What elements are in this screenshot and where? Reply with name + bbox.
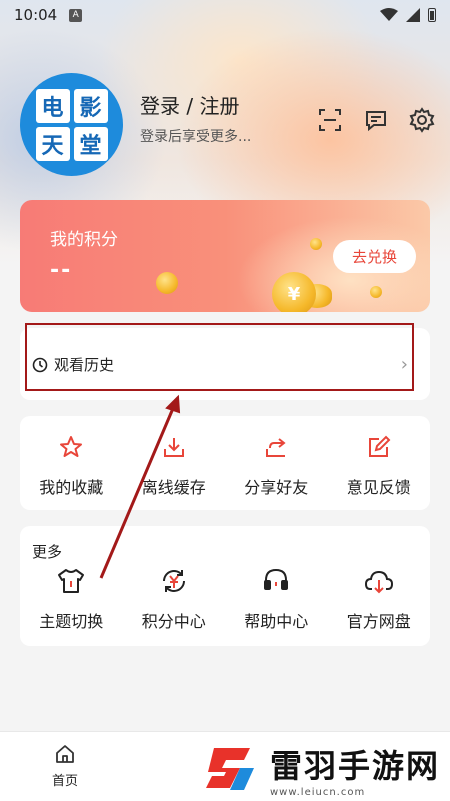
watermark-title: 雷羽手游网 [270, 746, 441, 785]
coin-icon: ¥ [272, 272, 316, 312]
more-grid: 主题切换 积分中心 帮助中心 官方网盘 [20, 568, 430, 632]
official-cloud-button[interactable]: 官方网盘 [328, 568, 431, 632]
points-card[interactable]: 我的积分 -- ¥ 去兑换 [20, 200, 430, 312]
help-center-label: 帮助中心 [244, 612, 309, 631]
watch-history-row[interactable]: 观看历史 › [20, 323, 430, 400]
avatar-char: 影 [73, 88, 108, 123]
scan-icon[interactable] [316, 106, 344, 134]
notification-icon: A [69, 8, 83, 22]
shirt-icon [57, 568, 85, 594]
offline-cache-button[interactable]: 离线缓存 [123, 416, 226, 510]
history-label: 观看历史 [54, 356, 115, 374]
feedback-label: 意见反馈 [346, 478, 411, 497]
offline-cache-label: 离线缓存 [141, 478, 206, 497]
star-icon [59, 434, 83, 460]
status-time: 10:04 [14, 6, 58, 24]
history-row-content: 观看历史 [32, 354, 114, 375]
theme-switch-button[interactable]: 主题切换 [20, 568, 123, 632]
more-title: 更多 [32, 543, 63, 561]
share-friends-button[interactable]: 分享好友 [225, 416, 328, 510]
favorites-button[interactable]: 我的收藏 [20, 416, 123, 510]
points-title: 我的积分 [50, 230, 118, 250]
bottom-nav: 首页 雷羽手游网 www.leiucn.com [0, 731, 450, 801]
watermark-text: 雷羽手游网 www.leiucn.com [270, 741, 440, 798]
coin-decoration [310, 238, 322, 250]
wifi-icon [380, 8, 398, 21]
status-bar: 10:04 A [0, 0, 450, 30]
watermark-logo [206, 748, 254, 790]
battery-icon [428, 8, 436, 22]
settings-icon[interactable] [408, 106, 436, 134]
watermark: 雷羽手游网 www.leiucn.com [200, 738, 440, 800]
chevron-right-icon: › [400, 354, 408, 375]
watermark-url: www.leiucn.com [270, 786, 366, 798]
coin-decoration [156, 272, 178, 294]
avatar-char: 堂 [73, 126, 108, 161]
login-register-link[interactable]: 登录 / 注册 [140, 90, 239, 119]
top-icon-bar [316, 106, 436, 134]
points-icon [160, 568, 188, 594]
avatar[interactable]: 电 影 天 堂 [20, 73, 123, 176]
points-value: -- [50, 258, 73, 283]
cloud-icon [364, 568, 394, 594]
official-cloud-label: 官方网盘 [346, 612, 411, 631]
share-friends-label: 分享好友 [244, 478, 309, 497]
message-icon[interactable] [362, 106, 390, 134]
favorites-label: 我的收藏 [39, 478, 104, 497]
points-center-label: 积分中心 [141, 612, 206, 631]
share-icon [264, 434, 288, 460]
feedback-button[interactable]: 意见反馈 [328, 416, 431, 510]
avatar-char: 天 [35, 126, 70, 161]
help-center-button[interactable]: 帮助中心 [225, 568, 328, 632]
nav-home-label: 首页 [52, 774, 79, 789]
status-icons [380, 8, 436, 22]
feedback-icon [367, 434, 391, 460]
login-subtitle: 登录后享受更多... [140, 129, 252, 145]
download-icon [162, 434, 186, 460]
headset-icon [262, 568, 290, 594]
exchange-button[interactable]: 去兑换 [333, 240, 416, 273]
theme-switch-label: 主题切换 [39, 612, 104, 631]
more-card: 更多 主题切换 积分中心 帮助中心 官方网盘 [20, 526, 430, 646]
coin-decoration [370, 286, 382, 298]
points-center-button[interactable]: 积分中心 [123, 568, 226, 632]
avatar-char: 电 [35, 88, 70, 123]
avatar-logo: 电 影 天 堂 [35, 88, 108, 161]
quick-actions-card: 我的收藏 离线缓存 分享好友 意见反馈 [20, 416, 430, 510]
nav-home[interactable]: 首页 [52, 744, 78, 789]
home-icon [56, 745, 74, 763]
clock-icon [32, 357, 48, 372]
signal-icon [406, 8, 420, 22]
